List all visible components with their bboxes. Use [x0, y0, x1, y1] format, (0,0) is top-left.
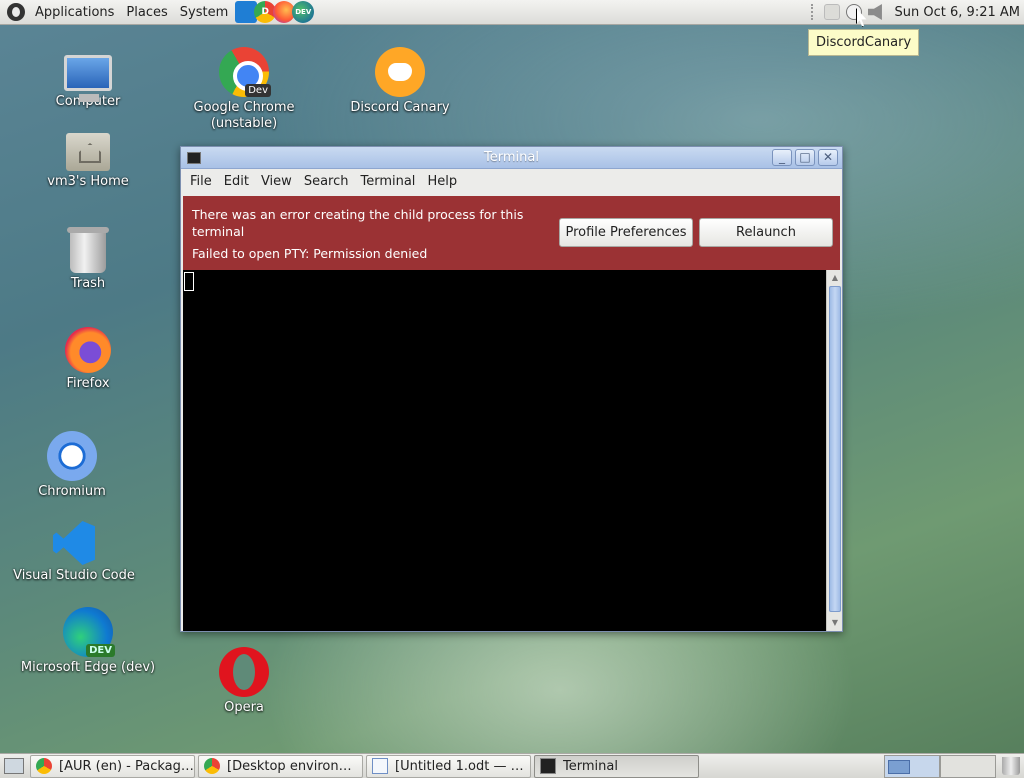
desktop-icon-discord[interactable]: Discord Canary [330, 47, 470, 116]
edge-dev-icon: DEV [63, 607, 115, 657]
desktop-icon-label: Firefox [66, 376, 110, 391]
firefox-icon [65, 327, 111, 373]
desktop-icon-label: Discord Canary [350, 100, 450, 115]
vscode-icon [53, 521, 95, 565]
desktop-icon-trash[interactable]: Trash [18, 227, 158, 292]
profile-preferences-button[interactable]: Profile Preferences [559, 218, 693, 247]
terminal-app-icon[interactable] [187, 151, 201, 164]
system-menu[interactable]: System [174, 0, 234, 25]
taskbar-item[interactable]: [AUR (en) - Package... [30, 754, 195, 778]
computer-icon [64, 55, 112, 102]
window-controls: _ □ ✕ [772, 149, 838, 166]
edge-dev-launcher-icon[interactable]: DEV [292, 1, 315, 23]
desktop-icon-firefox[interactable]: Firefox [18, 327, 158, 392]
taskbar-item-label: [AUR (en) - Package... [59, 758, 194, 774]
taskbar-item[interactable]: [Desktop environm... [198, 754, 363, 778]
workspace-1[interactable] [884, 754, 940, 778]
menu-edit[interactable]: Edit [218, 174, 255, 189]
panel-launchers: D DEV [235, 1, 315, 23]
main-menu: Applications Places System [0, 0, 234, 25]
menubar: File Edit View Search Terminal Help [181, 169, 842, 194]
relaunch-button[interactable]: Relaunch [699, 218, 833, 247]
close-button[interactable]: ✕ [818, 149, 838, 166]
dev-badge: Dev [245, 84, 271, 97]
desktop-icon-label: Google Chrome [193, 100, 295, 115]
scroll-up-arrow-icon[interactable]: ▲ [830, 273, 840, 283]
text-cursor [184, 272, 194, 291]
taskbar-item-active[interactable]: Terminal [534, 754, 699, 778]
chrome-icon [36, 758, 52, 774]
menu-terminal[interactable]: Terminal [354, 174, 421, 189]
desktop-icon-label: Opera [224, 700, 264, 715]
window-title: Terminal [484, 150, 539, 165]
volume-icon[interactable] [867, 4, 882, 20]
desktop-icon-vscode[interactable]: Visual Studio Code [4, 521, 144, 584]
taskbar-item-label: [Untitled 1.odt — Li... [395, 758, 530, 774]
desktop-icon-computer[interactable]: Computer [18, 47, 158, 110]
terminal-window: Terminal _ □ ✕ File Edit View Search Ter… [180, 146, 843, 632]
terminal-icon [540, 758, 556, 774]
scrollbar-thumb[interactable] [829, 286, 841, 612]
tray-grip-handle[interactable] [810, 4, 817, 20]
desktop-icon-label: Microsoft Edge (dev) [20, 660, 156, 675]
home-folder-icon [66, 133, 110, 171]
minimize-button[interactable]: _ [772, 149, 792, 166]
opera-icon [219, 647, 269, 697]
desktop-icon-label-sub: (unstable) [210, 116, 278, 131]
menu-view[interactable]: View [255, 174, 298, 189]
show-desktop-icon[interactable] [4, 758, 24, 774]
error-detail: Failed to open PTY: Permission denied [192, 246, 428, 261]
menu-file[interactable]: File [184, 174, 218, 189]
tray-tooltip: DiscordCanary [808, 29, 920, 56]
desktop-icon-label: Visual Studio Code [13, 568, 135, 583]
network-icon[interactable] [823, 4, 840, 20]
document-icon [372, 758, 388, 774]
menu-search[interactable]: Search [298, 174, 355, 189]
terminal-screen[interactable] [183, 270, 826, 631]
vertical-scrollbar[interactable]: ▲ ▼ [826, 270, 842, 631]
clock[interactable]: Sun Oct 6, 9:21 AM [887, 5, 1024, 20]
window-titlebar[interactable]: Terminal _ □ ✕ [181, 147, 842, 169]
desktop-icon-chrome[interactable]: Dev Google Chrome (unstable) [174, 47, 314, 132]
menu-help[interactable]: Help [421, 174, 463, 189]
taskbar-item-label: [Desktop environm... [227, 758, 362, 774]
applications-menu[interactable]: Applications [29, 0, 120, 25]
desktop-icon-home[interactable]: vm3's Home [18, 127, 158, 190]
chrome-icon [204, 758, 220, 774]
desktop-icon-label: vm3's Home [47, 174, 129, 189]
desktop-icon-opera[interactable]: Opera [174, 647, 314, 716]
top-panel: Applications Places System D DEV Sun Oct… [0, 0, 1024, 25]
workspace-window-preview [888, 759, 910, 774]
trash-icon [67, 227, 109, 273]
desktop-icon-edge[interactable]: DEV Microsoft Edge (dev) [18, 607, 158, 676]
error-infobar: There was an error creating the child pr… [183, 196, 840, 270]
places-menu[interactable]: Places [120, 0, 173, 25]
workspace-switcher [884, 754, 1024, 778]
bottom-panel: [AUR (en) - Package... [Desktop environm… [0, 753, 1024, 778]
chromium-icon [47, 431, 97, 481]
taskbar-item[interactable]: [Untitled 1.odt — Li... [366, 754, 531, 778]
maximize-button[interactable]: □ [795, 149, 815, 166]
taskbar-item-label: Terminal [563, 758, 618, 774]
scroll-down-arrow-icon[interactable]: ▼ [830, 618, 840, 628]
desktop-icon-chromium[interactable]: Chromium [2, 431, 142, 500]
dev-badge: DEV [86, 644, 115, 657]
error-message: There was an error creating the child pr… [192, 207, 524, 239]
desktop-icon-label: Chromium [38, 484, 106, 499]
trash-applet-icon[interactable] [1002, 757, 1020, 775]
system-tray: Sun Oct 6, 9:21 AM [810, 0, 1024, 25]
desktop-icon-label: Trash [70, 276, 106, 291]
discord-icon [375, 47, 425, 97]
gnome-foot-icon[interactable] [7, 3, 25, 21]
chrome-dev-icon: Dev [219, 47, 271, 97]
workspace-2[interactable] [940, 754, 996, 778]
